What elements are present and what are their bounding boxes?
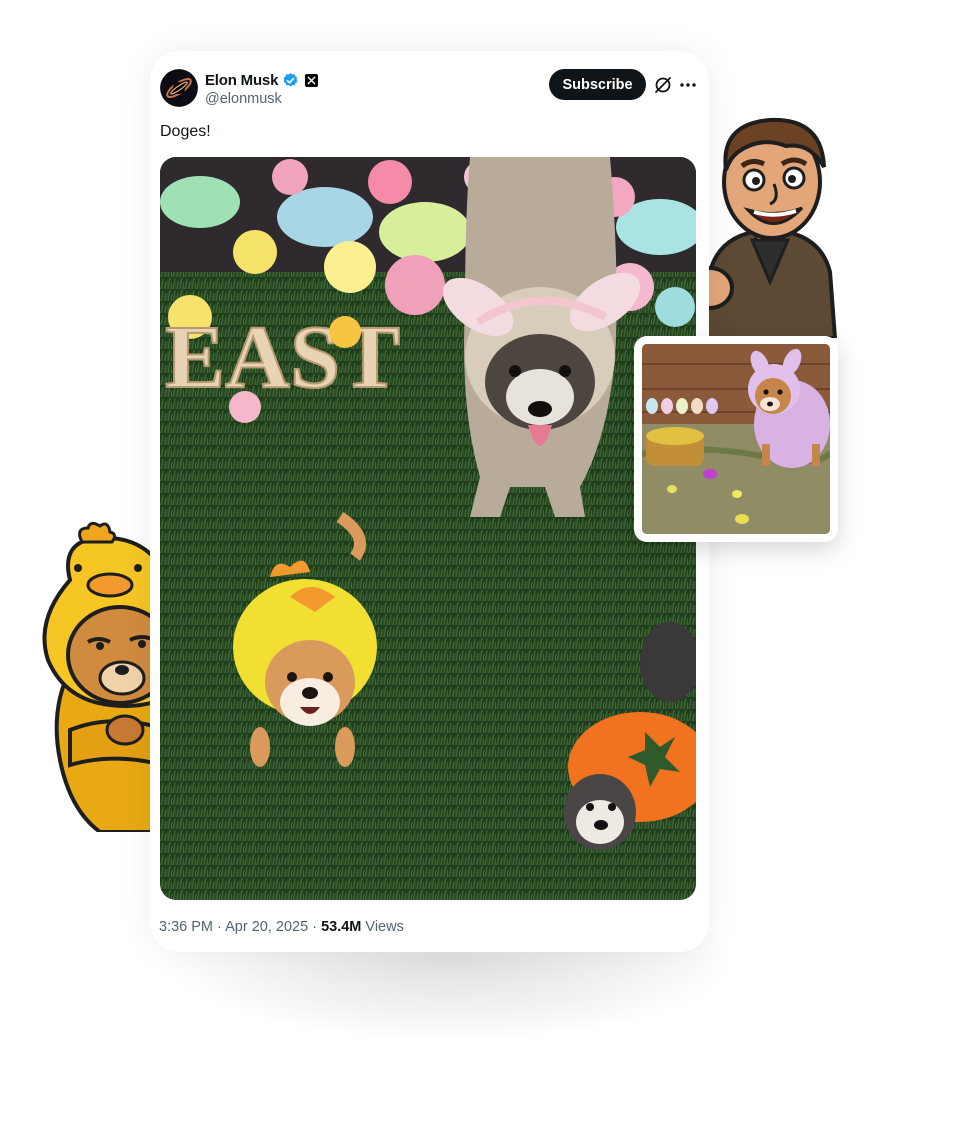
views-label: Views (365, 919, 404, 935)
inset-photo-frame (634, 336, 838, 542)
meta-separator: · (312, 919, 318, 935)
author-handle[interactable]: @elonmusk (205, 91, 282, 107)
grok-icon[interactable] (653, 75, 673, 95)
meta-separator: · (217, 919, 222, 935)
tweet-media-photo[interactable]: EAST (160, 157, 696, 900)
avatar[interactable] (160, 69, 198, 107)
subscribe-button[interactable]: Subscribe (549, 69, 646, 100)
tweet-time[interactable]: 3:36 PM (159, 919, 213, 935)
verified-badge-icon (282, 72, 299, 89)
tweet-text: Doges! (160, 123, 211, 140)
tweet-date[interactable]: Apr 20, 2025 (225, 919, 308, 935)
views-count: 53.4M (321, 919, 362, 935)
more-icon[interactable] (678, 75, 698, 95)
author-name[interactable]: Elon Musk (205, 72, 278, 89)
tweet-meta: 3:36 PM · Apr 20, 2025 · 53.4M Views (159, 919, 404, 935)
inset-photo (642, 344, 830, 534)
cartoon-man-sticker (686, 112, 850, 340)
tweet-card: Elon Musk @elonmusk Subscribe Doges! EAS… (150, 51, 709, 952)
author-row: Elon Musk (205, 71, 319, 89)
media-sign-text: EAST (165, 308, 400, 407)
x-logo-icon (305, 73, 319, 87)
